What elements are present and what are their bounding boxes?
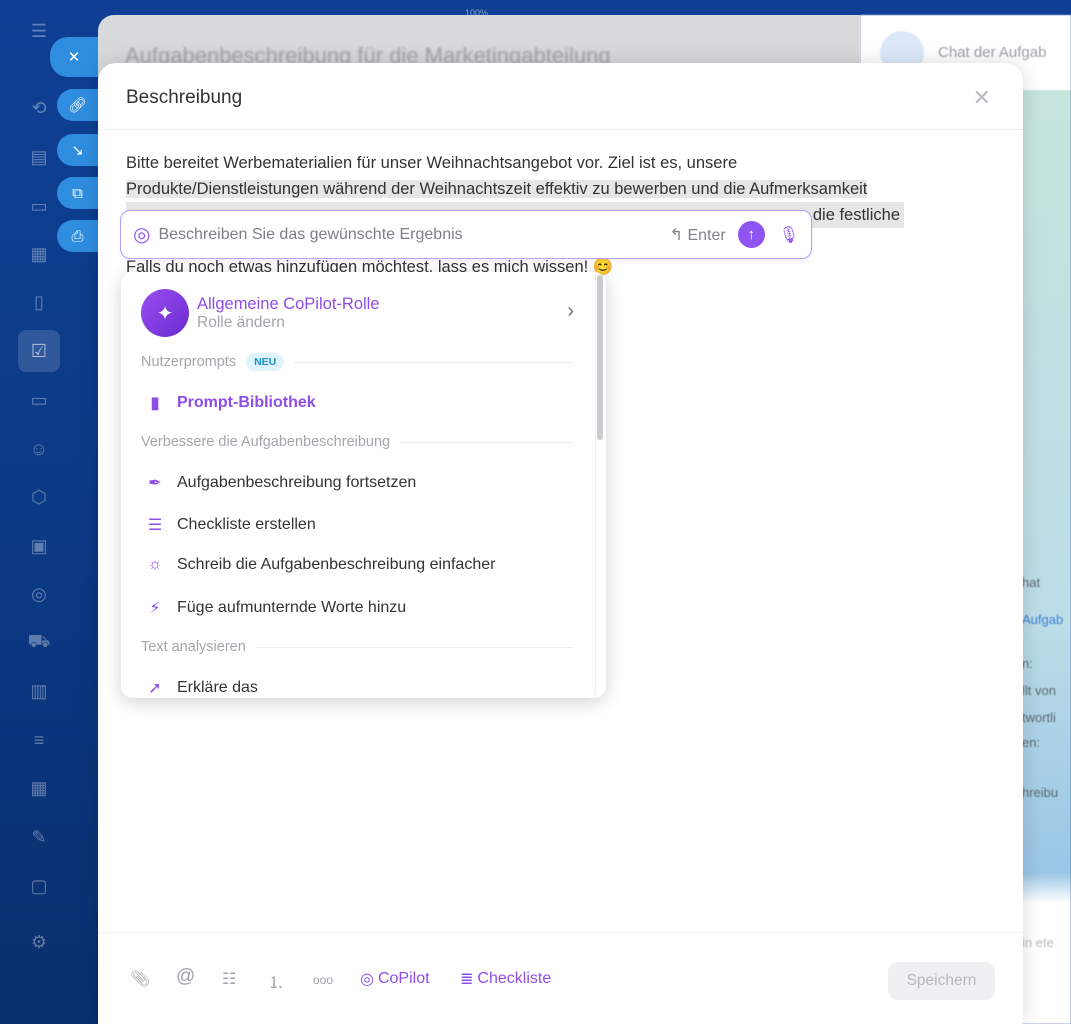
role-name: Allgemeine CoPilot-Rolle [197,294,380,313]
copilot-menu: ✦ Allgemeine CoPilot-Rolle Rolle ändern ›… [121,272,606,698]
bullet-list-button[interactable]: ☷ [222,969,236,989]
copilot-button[interactable]: ◎ CoPilot [360,969,430,989]
description-modal: Beschreibung ✕ Bitte bereitet Werbemater… [98,63,1023,1024]
lightning-icon: ⚡︎ [149,600,161,617]
feed-icon[interactable]: ⟲ [27,96,51,120]
section-header: Nutzerprompts NEU [141,353,574,371]
chat-fragment: Aufgab [1022,612,1064,627]
copy-link-button[interactable]: 🔗︎ [57,89,98,121]
menu-item-prompt-library[interactable]: ▮ Prompt-Bibliothek [145,393,316,413]
sun-icon: ☼ [147,556,163,573]
copilot-role-icon: ✦ [141,289,189,337]
menu-item-encourage[interactable]: ⚡︎ Füge aufmunternde Worte hinzu [145,598,406,618]
copilot-icon: ◎ [133,224,151,246]
numbered-list-icon: ⒈ [268,975,285,992]
body-line: Bitte bereitet Werbematerialien für unse… [126,154,738,172]
chat-fragment: n: [1022,656,1033,671]
copilot-input-placeholder: Beschreiben Sie das gewünschte Ergebnis [158,225,463,243]
paperclip-icon: 📎︎ [130,971,151,988]
print-button[interactable]: ⎙ [57,220,98,252]
calendar-icon[interactable]: ▦ [27,242,51,266]
close-icon[interactable]: ✕ [973,85,991,111]
close-slider-button[interactable]: ✕ [50,37,98,77]
link-icon: 🔗︎ [67,97,88,114]
book-plus-icon: ▮ [150,395,160,412]
chat-fragment: en: [1022,735,1041,750]
robot-icon[interactable]: ▢ [27,874,51,898]
enter-key-icon: ↰ [669,226,683,244]
cursor-click-icon: ➚ [148,680,162,697]
close-icon: ✕ [67,49,81,66]
schedule-icon[interactable]: ▦ [27,776,51,800]
chat-fragment: hat [1022,575,1041,590]
numbered-list-button[interactable]: ⒈ [268,969,284,993]
copilot-prompt-input[interactable]: ◎ Beschreiben Sie das gewünschte Ergebni… [120,210,812,259]
chat-title: Chat der Aufgab [938,44,1047,61]
file-icon[interactable]: ▯ [27,290,51,314]
menu-item-continue[interactable]: ✒ Aufgabenbeschreibung fortsetzen [145,473,416,493]
chat-fragment: twortli [1022,710,1056,725]
tasks-icon[interactable]: ☑ [18,330,60,372]
change-role-label: Rolle ändern [197,313,285,331]
checklist-button[interactable]: ≣ Checkliste [460,969,551,989]
menu-scrollbar[interactable] [595,275,603,695]
bullet-list-icon: ☷ [222,971,237,988]
arrow-up-icon: ↑ [747,226,755,243]
more-button[interactable]: ooo [313,973,333,987]
print-icon: ⎙ [71,227,84,245]
microphone-icon[interactable]: 🎙︎ [779,225,799,245]
chevron-right-icon[interactable]: › [567,300,574,323]
editor-toolbar: 📎︎ @ ☷ ⒈ ooo ◎ CoPilot ≣ Checkliste Speich… [98,932,1023,1024]
new-badge: NEU [246,353,285,371]
card-icon[interactable]: ▭ [27,388,51,412]
chat-fragment: in ete [1022,935,1054,950]
menu-item-explain[interactable]: ➚ Erkläre das [145,678,258,698]
hamburger-menu-icon[interactable]: ☰ [27,19,51,43]
attach-button[interactable]: 📎︎ [130,969,150,989]
presentation-icon[interactable]: ▣ [27,534,51,558]
arrow-down-right-icon: ↘ [71,142,84,159]
external-link-icon: ⧉ [72,184,83,202]
open-new-window-button[interactable]: ⧉ [57,177,98,209]
cart-icon[interactable]: ⛟ [27,631,51,655]
modal-title: Beschreibung [126,87,243,108]
menu-item-checklist[interactable]: ☰ Checkliste erstellen [145,515,316,535]
copilot-role-selector[interactable]: ✦ Allgemeine CoPilot-Rolle Rolle ändern [141,289,380,337]
save-button[interactable]: Speichern [888,962,995,1000]
section-header: Text analysieren [141,639,574,655]
edit-icon[interactable]: ✎ [27,825,51,849]
target-icon[interactable]: ◎ [27,582,51,606]
enter-hint: Enter [687,226,726,244]
at-icon: @ [176,966,196,987]
hexagon-icon[interactable]: ⬡ [27,485,51,509]
more-icon: ooo [313,973,334,987]
copilot-icon: ◎ [360,971,374,988]
chat-icon[interactable]: ▭ [27,194,51,218]
chat-fragment: hreibu [1022,785,1059,800]
document-icon[interactable]: ▤ [27,145,51,169]
chat-fragment: llt von [1022,683,1056,698]
pen-icon: ✒ [148,475,162,492]
settings-icon[interactable]: ⚙ [27,930,51,954]
mention-button[interactable]: @ [176,966,195,988]
menu-item-simplify[interactable]: ☼ Schreib die Aufgabenbeschreibung einfac… [145,556,496,574]
contacts-icon[interactable]: ☺ [27,437,51,461]
checklist-icon: ≣ [460,971,474,988]
send-button[interactable]: ↑ [737,221,765,248]
chart-icon[interactable]: ▥ [27,679,51,703]
body-line: Produkte/Dienstleistungen während der We… [126,180,868,198]
section-header: Verbessere die Aufgabenbeschreibung [141,434,574,450]
filter-icon[interactable]: ≡ [27,728,51,752]
list-icon: ☰ [147,517,163,534]
minimize-button[interactable]: ↘ [57,134,98,166]
